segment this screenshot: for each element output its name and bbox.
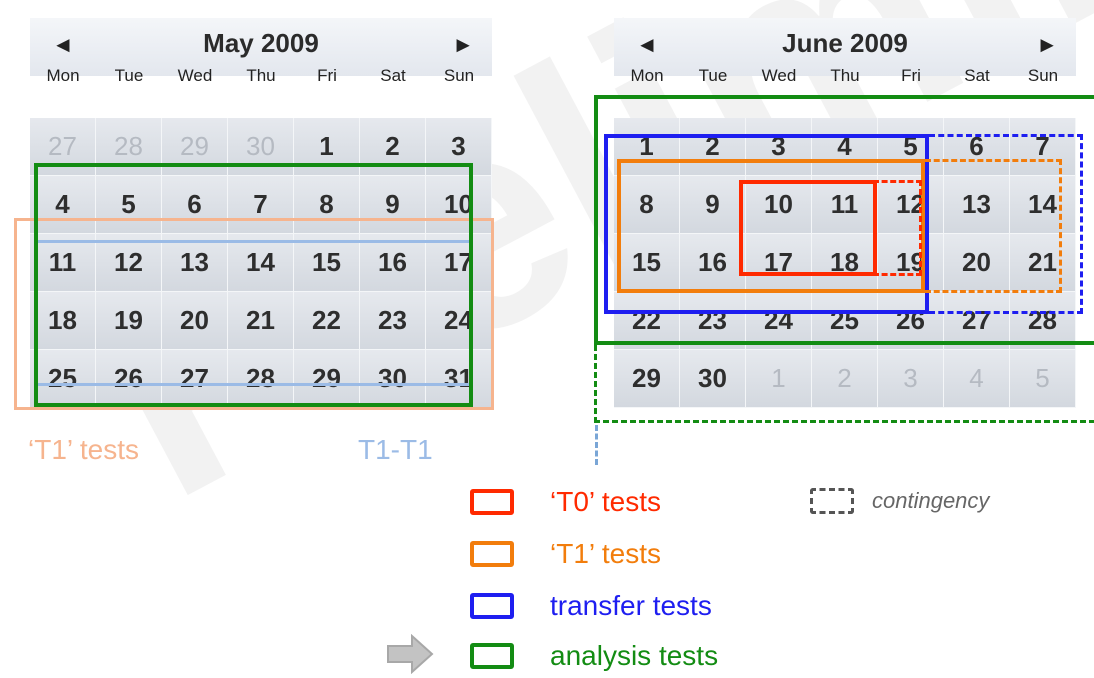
legend-item-t1: ‘T1’ tests <box>470 538 661 570</box>
weekday-label: Sun <box>1027 66 1059 85</box>
weekday-label: Sat <box>380 66 406 85</box>
t0-contingency-divider <box>873 180 876 276</box>
analysis-tests-box-may <box>34 163 473 407</box>
legend-swatch-transfer <box>470 593 514 619</box>
weekday-label: Fri <box>317 66 337 85</box>
t0-contingency-box <box>873 180 922 276</box>
transfer-link-line <box>595 425 598 465</box>
t0-tests-box <box>739 180 877 276</box>
weekday-label: Wed <box>177 66 213 85</box>
weekday-label: Tue <box>698 66 728 85</box>
legend-item-transfer: transfer tests <box>470 590 712 622</box>
weekday-label: Tue <box>114 66 144 85</box>
legend-swatch-t1 <box>470 541 514 567</box>
weekday-label: Fri <box>901 66 921 85</box>
legend-item-analysis: analysis tests <box>470 640 718 672</box>
next-month-icon[interactable]: ► <box>452 32 474 58</box>
t1-contingency-box <box>925 159 1062 293</box>
t1-tests-annotation: ‘T1’ tests <box>28 434 139 465</box>
weekday-label: Wed <box>761 66 797 85</box>
legend-label-analysis: analysis tests <box>550 640 719 671</box>
legend-label-contingency: contingency <box>872 488 990 513</box>
legend-swatch-analysis <box>470 643 514 669</box>
t1-t1-annotation: T1-T1 <box>358 434 433 465</box>
month-title: June 2009 <box>782 28 908 58</box>
weekday-label: Thu <box>246 66 276 85</box>
legend-item-t0: ‘T0’ tests <box>470 486 661 518</box>
contingency-dashed-icon <box>810 488 854 514</box>
analysis-contingency-box <box>594 345 1094 423</box>
arrow-right-icon <box>387 634 434 674</box>
legend-swatch-t0 <box>470 489 514 515</box>
weekday-label: Mon <box>630 66 664 85</box>
weekday-label: Sun <box>443 66 475 85</box>
weekday-label: Sat <box>964 66 990 85</box>
month-title: May 2009 <box>203 28 319 58</box>
legend-label-t1: ‘T1’ tests <box>550 538 661 569</box>
legend-item-contingency: contingency <box>810 488 989 514</box>
next-month-icon[interactable]: ► <box>1036 32 1058 58</box>
legend-label-transfer: transfer tests <box>550 590 712 621</box>
weekday-label: Thu <box>830 66 860 85</box>
weekday-label: Mon <box>46 66 80 85</box>
legend-label-t0: ‘T0’ tests <box>550 486 661 517</box>
